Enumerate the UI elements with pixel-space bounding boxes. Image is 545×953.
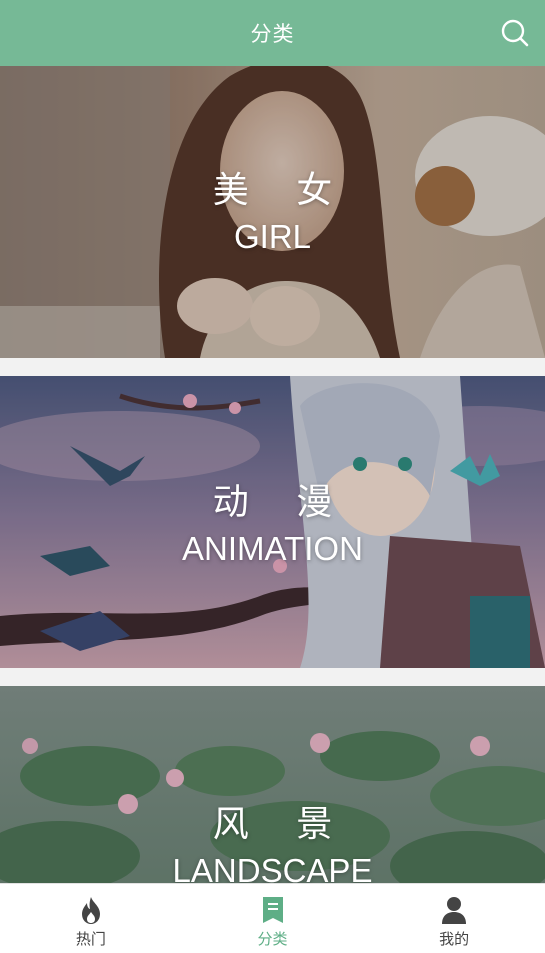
category-title-cn: 风 景 (212, 803, 351, 845)
app-screen: 分类 美 女 GIRL 动 漫 ANIMATION 风 景 LANDSCAPE … (0, 0, 545, 953)
tab-label: 热门 (75, 930, 106, 948)
category-title-cn: 动 漫 (212, 481, 351, 523)
bottom-tab-bar: 热门 分类 我的 (0, 883, 545, 953)
bookmark-list-icon (262, 897, 283, 923)
category-card-girl[interactable]: 美 女 GIRL (0, 66, 545, 358)
top-app-bar: 分类 (0, 0, 545, 66)
category-title-cn: 美 女 (212, 170, 351, 212)
tab-label: 我的 (439, 930, 470, 948)
person-icon (442, 897, 467, 924)
category-title-en: ANIMATION (182, 529, 363, 567)
search-button[interactable] (499, 17, 531, 49)
tab-mine[interactable]: 我的 (363, 884, 545, 953)
tab-label: 分类 (257, 930, 288, 948)
category-label-animation: 动 漫 ANIMATION (0, 376, 545, 668)
category-label-girl: 美 女 GIRL (0, 66, 545, 358)
category-card-animation[interactable]: 动 漫 ANIMATION (0, 376, 545, 668)
page-title: 分类 (250, 22, 295, 46)
tab-hot[interactable]: 热门 (0, 884, 182, 953)
category-title-en: GIRL (233, 218, 312, 256)
flame-icon (81, 897, 100, 924)
search-icon (501, 19, 529, 47)
tab-category[interactable]: 分类 (182, 884, 364, 953)
